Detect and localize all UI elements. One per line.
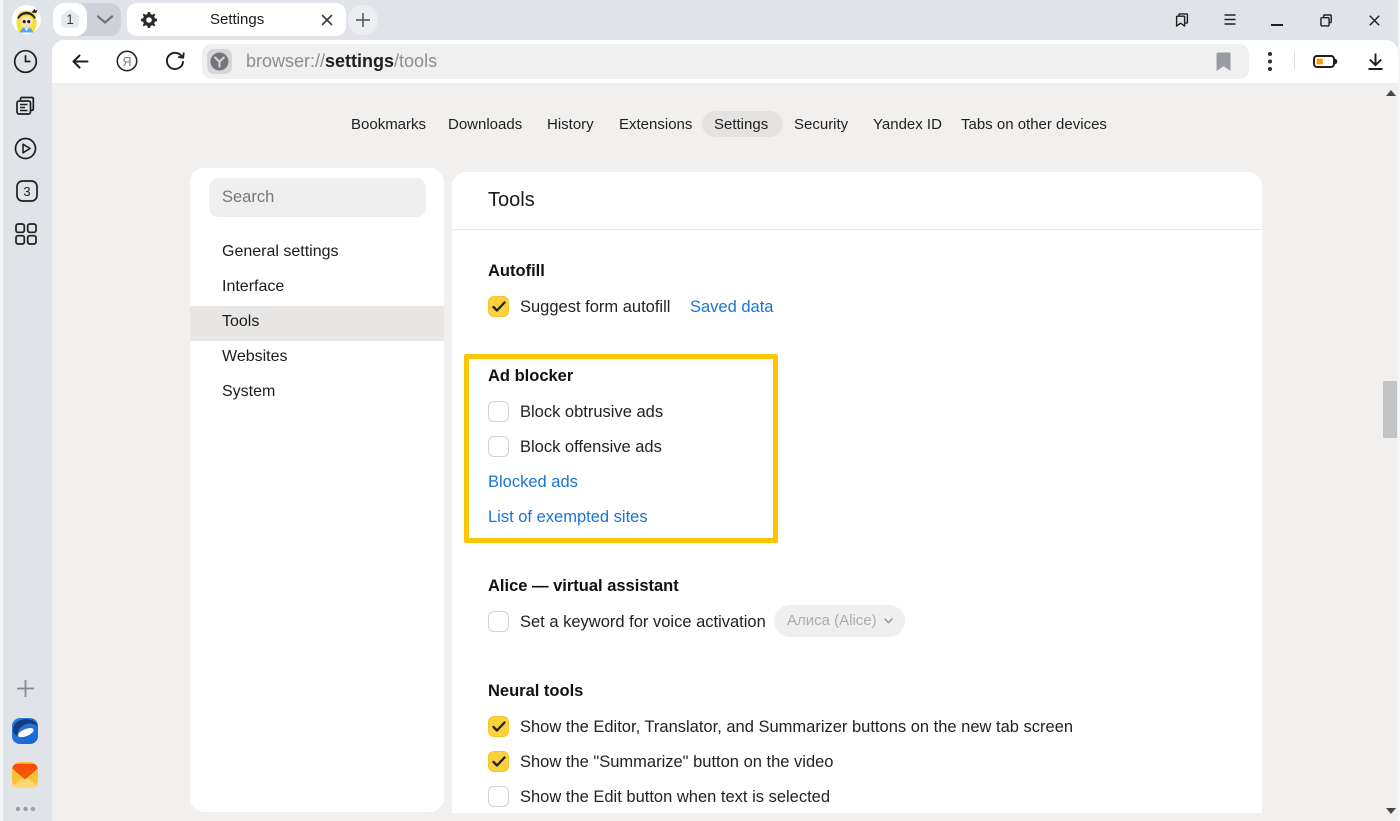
svg-text:1: 1: [66, 12, 74, 27]
svg-text:Я: Я: [122, 55, 131, 69]
svg-text:3: 3: [23, 184, 30, 199]
